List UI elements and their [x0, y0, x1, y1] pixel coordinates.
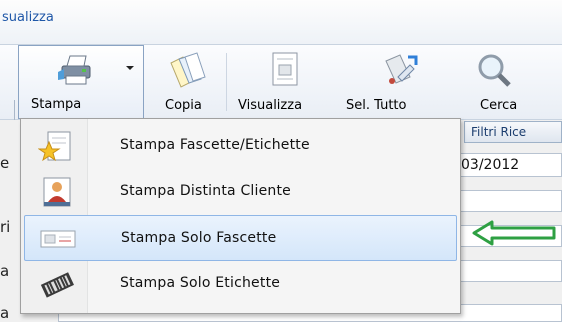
- menu-item-stampa-solo-etichette[interactable]: Stampa Solo Etichette: [24, 261, 457, 307]
- toolbar-separator: [226, 53, 227, 111]
- star-document-icon: [37, 128, 76, 164]
- date-field[interactable]: 03/2012: [452, 153, 562, 177]
- stampa-label: Stampa: [31, 97, 82, 112]
- visualizza-label: Visualizza: [238, 98, 303, 113]
- cerca-button[interactable]: Cerca: [440, 45, 562, 119]
- document-view-icon: [267, 51, 303, 87]
- band-label-icon: [39, 221, 77, 257]
- field-label-fragment: a: [0, 262, 10, 280]
- sel-tutto-button[interactable]: Sel. Tutto: [340, 45, 436, 119]
- form-field[interactable]: [455, 190, 562, 212]
- field-label-fragment: a: [0, 304, 10, 322]
- menu-item-stampa-solo-fascette[interactable]: Stampa Solo Fascette: [24, 215, 457, 261]
- menu-item-label: Stampa Solo Fascette: [121, 230, 277, 246]
- menu-item-stampa-fascette-etichette[interactable]: Stampa Fascette/Etichette: [24, 123, 457, 169]
- form-field[interactable]: [455, 260, 562, 282]
- stampa-button[interactable]: Stampa: [18, 45, 144, 119]
- field-label-fragment: ri: [0, 218, 11, 236]
- copy-pages-icon: [167, 51, 206, 88]
- menu-item-label: Stampa Fascette/Etichette: [120, 137, 310, 153]
- sel-tutto-label: Sel. Tutto: [346, 98, 407, 113]
- green-arrow-icon: [470, 219, 560, 247]
- printer-icon: [56, 52, 92, 88]
- menu-item-label: Stampa Solo Etichette: [120, 275, 281, 291]
- copia-label: Copia: [165, 98, 202, 113]
- barcode-label-icon: [38, 266, 76, 302]
- stampa-dropdown-menu: Stampa Fascette/Etichette Stampa Distint…: [20, 118, 461, 314]
- tab-filtri-ricerca[interactable]: Filtri Rice: [464, 121, 562, 143]
- visualizza-button[interactable]: Visualizza: [232, 45, 332, 119]
- chevron-down-icon[interactable]: [126, 66, 134, 70]
- magnifier-icon: [473, 51, 511, 87]
- menu-item-label: Stampa Distinta Cliente: [120, 183, 291, 199]
- field-label-fragment: e: [0, 154, 10, 172]
- customer-card-icon: [38, 174, 76, 210]
- select-all-icon: [380, 51, 418, 87]
- menu-item-stampa-distinta-cliente[interactable]: Stampa Distinta Cliente: [24, 169, 457, 215]
- toolbar: Stampa Copia Visualizza Sel. Tutto Cerca: [0, 45, 562, 150]
- copia-button[interactable]: Copia: [150, 45, 220, 119]
- tab-visualizza[interactable]: sualizza: [2, 10, 54, 25]
- ribbon-tab-bar: sualizza: [0, 0, 562, 45]
- cerca-label: Cerca: [480, 98, 518, 113]
